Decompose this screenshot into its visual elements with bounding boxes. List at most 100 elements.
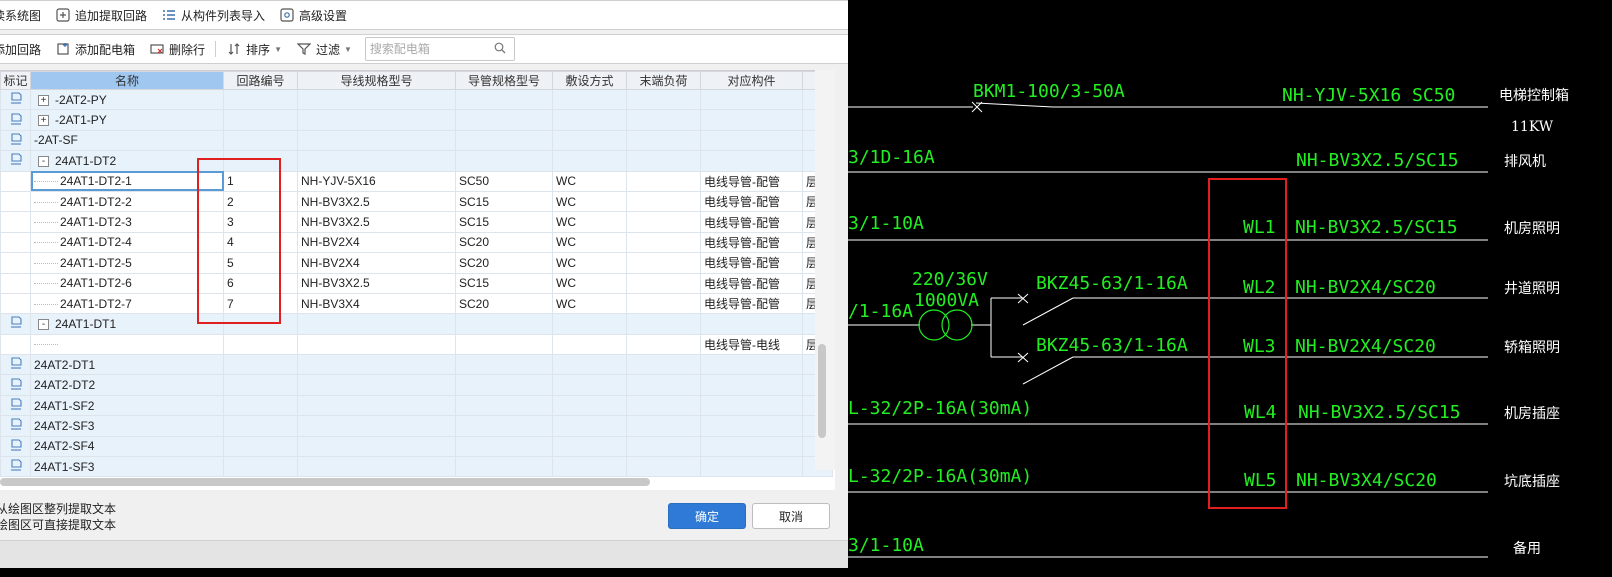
wire-cell[interactable] [297, 456, 456, 478]
component-cell[interactable] [700, 374, 803, 396]
name-cell[interactable]: 24AT2-DT2 [30, 374, 224, 396]
method-cell[interactable] [552, 456, 627, 478]
method-cell[interactable] [552, 374, 627, 396]
method-cell[interactable] [552, 88, 627, 111]
name-cell[interactable]: 24AT1-DT2-6 [30, 272, 224, 294]
row-marker[interactable] [0, 313, 31, 335]
conduit-cell[interactable] [455, 88, 553, 111]
method-cell[interactable]: WC [552, 211, 627, 233]
column-header[interactable]: 敷设方式 [552, 71, 627, 90]
advanced-settings-button[interactable]: 高级设置 [272, 3, 354, 27]
circuit-cell[interactable] [223, 456, 298, 478]
wire-cell[interactable] [297, 435, 456, 458]
circuit-cell[interactable] [223, 109, 298, 131]
component-cell[interactable] [700, 150, 803, 172]
wire-cell[interactable] [297, 333, 456, 356]
wire-cell[interactable]: NH-BV3X4 [297, 292, 456, 315]
conduit-cell[interactable] [455, 435, 553, 458]
name-cell[interactable]: 24AT1-DT2-1 [30, 170, 224, 192]
table-row[interactable]: 24AT1-DT2-3 3 NH-BV3X2.5 SC15 WC 电线导管-配管层 [0, 211, 833, 233]
row-marker[interactable] [0, 88, 31, 111]
row-marker[interactable] [0, 170, 31, 192]
component-cell[interactable]: 电线导管-配管 [700, 292, 803, 315]
load-cell[interactable] [626, 109, 701, 131]
row-marker[interactable] [0, 231, 31, 254]
component-cell[interactable]: 电线导管-配管 [700, 170, 803, 192]
method-cell[interactable] [552, 150, 627, 172]
table-row[interactable]: 24AT1-DT2-4 4 NH-BV2X4 SC20 WC 电线导管-配管层 [0, 231, 833, 254]
method-cell[interactable] [552, 313, 627, 335]
method-cell[interactable] [552, 415, 627, 437]
table-row[interactable]: 24AT2-DT2 [0, 374, 833, 396]
name-cell[interactable]: 24AT1-SF2 [30, 394, 224, 417]
name-cell[interactable]: 24AT1-DT2-2 [30, 190, 224, 213]
circuit-cell[interactable] [223, 333, 298, 356]
name-cell[interactable]: 24AT1-DT2-4 [30, 231, 224, 254]
load-cell[interactable] [626, 292, 701, 315]
component-cell[interactable]: 电线导管-配管 [700, 190, 803, 213]
name-cell[interactable]: 24AT2-DT1 [30, 354, 224, 376]
table-row[interactable]: 24AT2-SF3 [0, 415, 833, 437]
method-cell[interactable] [552, 129, 627, 152]
table-row[interactable]: 24AT2-DT1 [0, 354, 833, 376]
method-cell[interactable]: WC [552, 190, 627, 213]
load-cell[interactable] [626, 374, 701, 396]
table-row[interactable]: 24AT2-SF4 [0, 435, 833, 458]
cancel-button[interactable]: 取消 [752, 503, 830, 529]
row-marker[interactable] [0, 292, 31, 315]
add-circuit-button[interactable]: 添加回路 [0, 37, 48, 61]
row-marker[interactable] [0, 354, 31, 376]
table-row[interactable]: -2AT-SF [0, 129, 833, 152]
component-cell[interactable] [700, 354, 803, 376]
column-header[interactable]: 标记 [0, 71, 31, 90]
method-cell[interactable]: WC [552, 272, 627, 294]
table-row[interactable]: 24AT1-SF3 [0, 456, 833, 478]
row-marker[interactable] [0, 109, 31, 131]
column-header[interactable]: 回路编号 [223, 71, 298, 90]
circuit-cell[interactable] [223, 88, 298, 111]
row-marker[interactable] [0, 415, 31, 437]
row-marker[interactable] [0, 456, 31, 478]
name-cell[interactable]: 24AT2-SF4 [30, 435, 224, 458]
load-cell[interactable] [626, 129, 701, 152]
component-cell[interactable]: 电线导管-配管 [700, 252, 803, 274]
name-cell[interactable]: -2AT-SF [30, 129, 224, 152]
load-cell[interactable] [626, 435, 701, 458]
wire-cell[interactable] [297, 109, 456, 131]
conduit-cell[interactable] [455, 129, 553, 152]
name-cell[interactable]: -24AT1-DT2 [30, 150, 224, 172]
conduit-cell[interactable]: SC15 [455, 190, 553, 213]
load-cell[interactable] [626, 252, 701, 274]
name-cell[interactable]: -24AT1-DT1 [30, 313, 224, 335]
table-row[interactable]: 24AT1-DT2-7 7 NH-BV3X4 SC20 WC 电线导管-配管层 [0, 292, 833, 315]
component-cell[interactable]: 电线导管-配管 [700, 211, 803, 233]
search-icon[interactable] [494, 42, 506, 57]
circuit-cell[interactable] [223, 374, 298, 396]
name-cell[interactable]: + -2AT2-PY [30, 88, 224, 111]
horizontal-scrollbar-thumb[interactable] [0, 478, 650, 486]
circuit-cell[interactable] [223, 435, 298, 458]
row-marker[interactable] [0, 252, 31, 274]
column-header[interactable]: 导管规格型号 [455, 71, 553, 90]
row-marker[interactable] [0, 272, 31, 294]
conduit-cell[interactable] [455, 313, 553, 335]
load-cell[interactable] [626, 190, 701, 213]
filter-button[interactable]: 过滤 ▼ [289, 37, 359, 61]
load-cell[interactable] [626, 150, 701, 172]
row-marker[interactable] [0, 129, 31, 152]
column-header[interactable]: 名称 [30, 71, 224, 90]
name-cell[interactable]: 24AT1-DT2-7 [30, 292, 224, 315]
table-row[interactable]: 24AT1-DT2-5 5 NH-BV2X4 SC20 WC 电线导管-配管层 [0, 252, 833, 274]
component-cell[interactable] [700, 435, 803, 458]
table-row[interactable]: -24AT1-DT2 [0, 150, 833, 172]
load-cell[interactable] [626, 272, 701, 294]
wire-cell[interactable]: NH-BV2X4 [297, 252, 456, 274]
table-row[interactable]: 24AT1-DT2-2 2 NH-BV3X2.5 SC15 WC 电线导管-配管层 [0, 190, 833, 213]
wire-cell[interactable] [297, 88, 456, 111]
name-cell[interactable]: 24AT1-DT2-3 [30, 211, 224, 233]
conduit-cell[interactable]: SC50 [455, 170, 553, 192]
vertical-scrollbar-thumb[interactable] [818, 344, 826, 438]
wire-cell[interactable]: NH-BV2X4 [297, 231, 456, 254]
load-cell[interactable] [626, 211, 701, 233]
conduit-cell[interactable]: SC20 [455, 252, 553, 274]
